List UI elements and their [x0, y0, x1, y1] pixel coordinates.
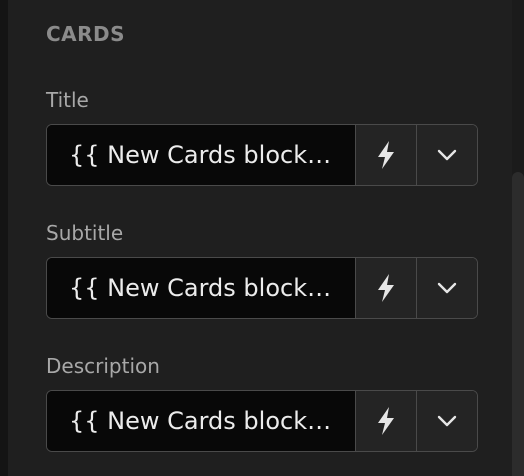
subtitle-value-text: {{ New Cards block.… — [69, 274, 333, 302]
description-dropdown-button[interactable] — [416, 391, 477, 451]
field-label-description: Description — [46, 354, 160, 378]
subtitle-dropdown-button[interactable] — [416, 258, 477, 318]
lightning-bolt-icon — [378, 274, 394, 302]
title-input-control: {{ New Cards block.… — [46, 124, 478, 186]
section-title-cards: CARDS — [46, 22, 126, 46]
lightning-bolt-icon — [378, 141, 394, 169]
subtitle-dynamic-binding-button[interactable] — [355, 258, 416, 318]
scrollbar-thumb[interactable] — [512, 172, 524, 476]
description-value-text: {{ New Cards block.… — [69, 407, 333, 435]
title-dynamic-binding-button[interactable] — [355, 125, 416, 185]
title-dropdown-button[interactable] — [416, 125, 477, 185]
description-input-control: {{ New Cards block.… — [46, 390, 478, 452]
left-panel-edge — [0, 0, 8, 476]
field-subtitle: Subtitle {{ New Cards block.… — [46, 219, 478, 319]
title-value-text: {{ New Cards block.… — [69, 141, 333, 169]
field-title: Title {{ New Cards block.… — [46, 86, 478, 186]
subtitle-input-control: {{ New Cards block.… — [46, 257, 478, 319]
description-dynamic-binding-button[interactable] — [355, 391, 416, 451]
field-label-title: Title — [46, 88, 89, 112]
field-label-subtitle: Subtitle — [46, 221, 124, 245]
subtitle-value-input[interactable]: {{ New Cards block.… — [47, 258, 355, 318]
chevron-down-icon — [437, 149, 457, 161]
field-description: Description {{ New Cards block.… — [46, 352, 478, 452]
chevron-down-icon — [437, 415, 457, 427]
title-value-input[interactable]: {{ New Cards block.… — [47, 125, 355, 185]
description-value-input[interactable]: {{ New Cards block.… — [47, 391, 355, 451]
chevron-down-icon — [437, 282, 457, 294]
lightning-bolt-icon — [378, 407, 394, 435]
